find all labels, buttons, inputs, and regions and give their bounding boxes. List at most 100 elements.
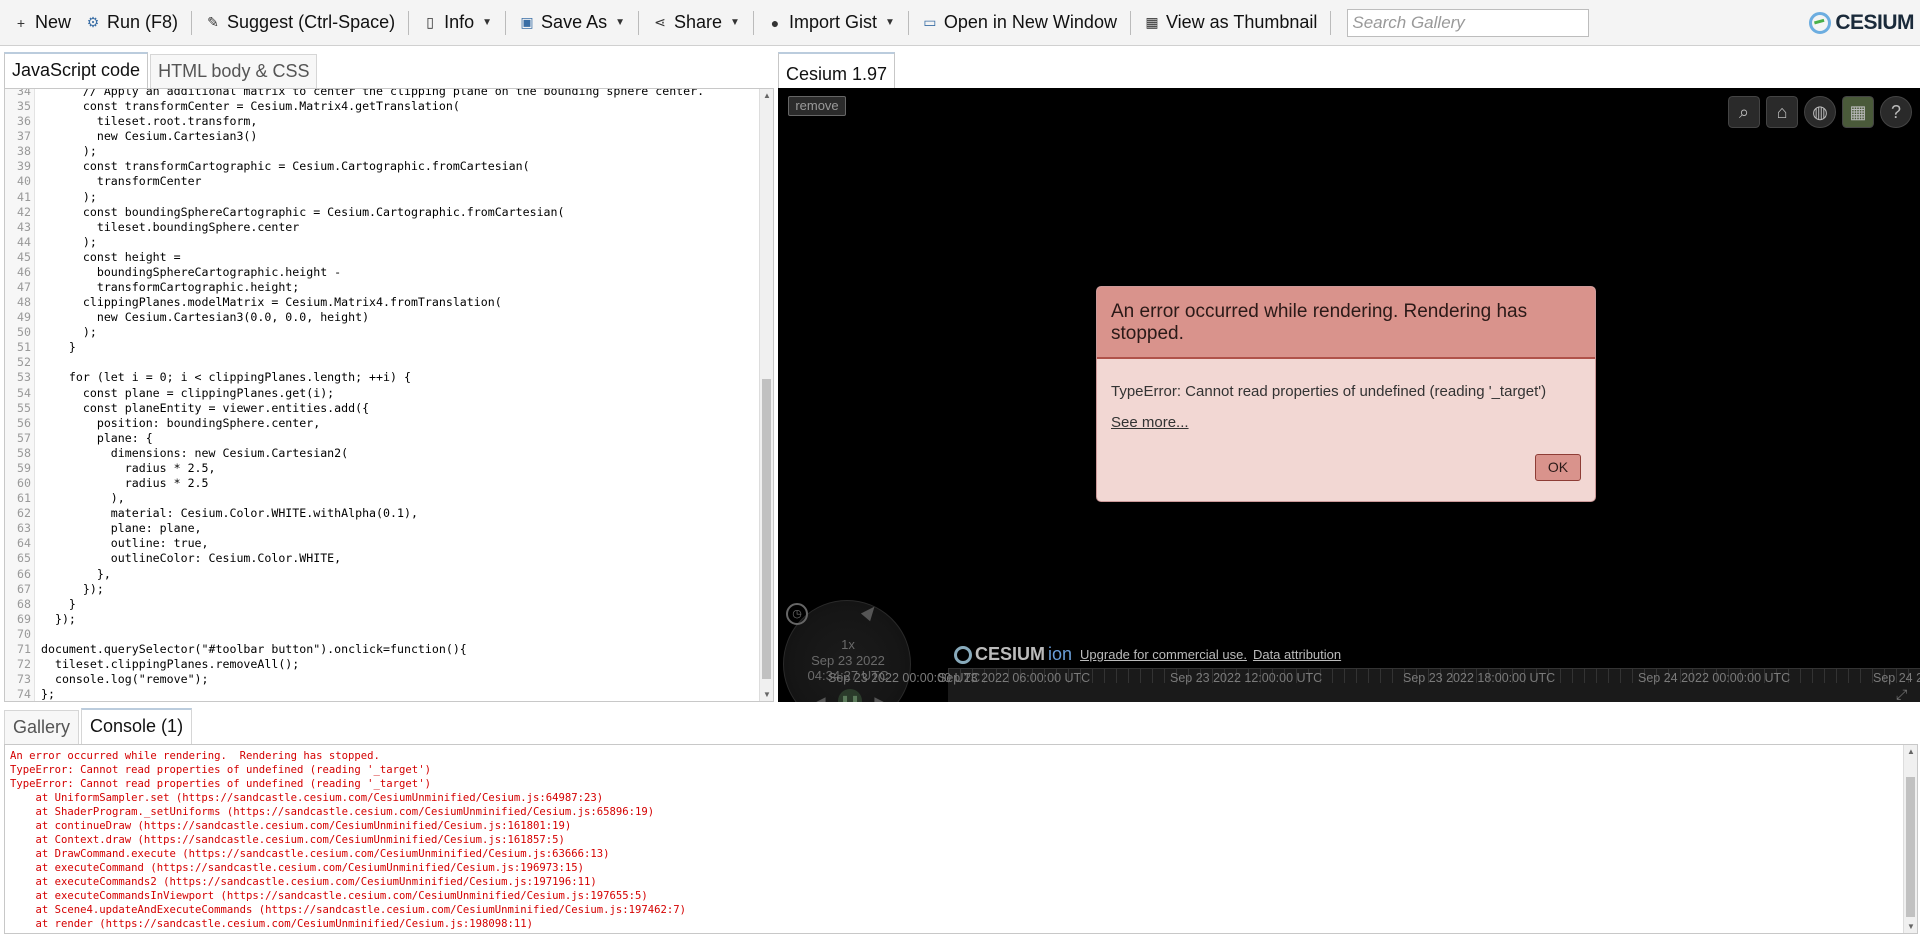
tab-html-body-css[interactable]: HTML body & CSS (150, 54, 318, 88)
line-number: 36 (17, 114, 31, 129)
code-lines: 34 // Apply an additional matrix to cent… (5, 89, 763, 701)
code-text: const boundingSphereCartographic = Cesiu… (41, 204, 565, 219)
console-line: at executeCommand (https://sandcastle.ce… (10, 862, 585, 874)
code-line: 54 const plane = clippingPlanes.get(i); (5, 386, 763, 401)
code-line: 45 const height = (5, 250, 763, 265)
tab-gallery[interactable]: Gallery (4, 710, 80, 744)
shuttle-ring-needle[interactable] (860, 602, 880, 622)
ok-button[interactable]: OK (1535, 454, 1581, 481)
remove-button[interactable]: remove (788, 96, 846, 116)
code-line: 51 } (5, 340, 763, 355)
line-number: 51 (17, 340, 31, 355)
line-number: 72 (17, 656, 31, 671)
line-number: 66 (17, 566, 31, 581)
timeline[interactable]: Sep 23 2022 00:00:00 UTC Sep 23 2022 06:… (828, 668, 1920, 702)
cesium-logo-text: CESIUM (1835, 11, 1914, 34)
scroll-up-icon[interactable]: ▲ (1907, 747, 1915, 756)
console-scrollbar-thumb[interactable] (1906, 777, 1915, 917)
upgrade-link[interactable]: Upgrade for commercial use. (1080, 647, 1247, 662)
fullscreen-icon[interactable]: ⤢ (1896, 686, 1916, 702)
scroll-down-icon[interactable]: ▼ (1907, 922, 1915, 931)
editor-scrollbar[interactable]: ▲ ▼ (759, 89, 773, 701)
open-new-window-button[interactable]: ▭ Open in New Window (915, 7, 1124, 39)
toolbar-separator (408, 10, 410, 35)
line-number: 61 (17, 491, 31, 506)
geocoder-search-icon[interactable]: ⌕ (1728, 96, 1760, 128)
timeline-label: Sep 23 2022 06:00:00 UTC (938, 671, 1091, 685)
tab-cesium[interactable]: Cesium 1.97 (778, 52, 896, 88)
run-button[interactable]: ⚙ Run (F8) (78, 7, 185, 39)
chevron-down-icon: ▼ (482, 17, 493, 28)
help-icon[interactable]: ? (1880, 96, 1912, 128)
info-label: Info (444, 12, 475, 32)
toolbar: + New ⚙ Run (F8) ✎ Suggest (Ctrl-Space) … (0, 0, 1920, 46)
search-gallery-input[interactable] (1347, 8, 1590, 37)
chevron-down-icon: ▼ (615, 17, 625, 28)
scene-mode-globe-icon[interactable]: ◍ (1804, 96, 1836, 128)
import-gist-button[interactable]: ● Import Gist ▼ (760, 7, 902, 39)
code-line: 50 ); (5, 325, 763, 340)
suggest-button[interactable]: ✎ Suggest (Ctrl-Space) (198, 7, 402, 39)
code-text: outlineColor: Cesium.Color.WHITE, (41, 551, 342, 566)
code-line: 62 material: Cesium.Color.WHITE.withAlph… (5, 506, 763, 521)
code-line: 73 console.log("remove"); (5, 672, 763, 687)
see-more-link[interactable]: See more... (1111, 414, 1189, 431)
code-line: 60 radius * 2.5 (5, 476, 763, 491)
editor-scrollbar-thumb[interactable] (762, 379, 771, 679)
tab-javascript-code[interactable]: JavaScript code (4, 52, 149, 88)
line-number: 46 (17, 264, 31, 279)
base-layer-picker-icon[interactable]: ▦ (1842, 96, 1874, 128)
data-attribution-link[interactable]: Data attribution (1253, 647, 1341, 662)
home-icon[interactable]: ⌂ (1766, 96, 1798, 128)
line-number: 65 (17, 551, 31, 566)
tab-console[interactable]: Console (1) (81, 708, 193, 744)
cesium-ion-logo[interactable]: CESIUM ion (954, 644, 1072, 665)
clock-icon[interactable]: ◷ (786, 603, 808, 625)
pause-icon[interactable]: ❚❚ (838, 689, 862, 702)
line-number: 53 (17, 370, 31, 385)
code-text: tileset.clippingPlanes.removeAll(); (41, 656, 300, 671)
line-number: 38 (17, 144, 31, 159)
animation-widget[interactable]: ◷ 1x Sep 23 2022 04:34:27 UTC ◀ ❚❚ ▶ (783, 600, 911, 702)
code-line: 56 position: boundingSphere.center, (5, 416, 763, 431)
code-line: 40 transformCenter (5, 174, 763, 189)
save-as-button[interactable]: ▣ Save As ▼ (512, 7, 632, 39)
play-forward-icon[interactable]: ▶ (870, 692, 888, 702)
code-text: clippingPlanes.modelMatrix = Cesium.Matr… (41, 295, 502, 310)
share-button[interactable]: ⋖ Share ▼ (645, 7, 747, 39)
window-icon: ▭ (923, 14, 937, 30)
line-number: 59 (17, 460, 31, 475)
new-button[interactable]: + New (6, 7, 78, 39)
line-number: 60 (17, 476, 31, 491)
cesium-viewer[interactable]: remove ⌕ ⌂ ◍ ▦ ? An error occurred while… (778, 88, 1920, 702)
code-line: 36 tileset.root.transform, (5, 114, 763, 129)
line-number: 41 (17, 189, 31, 204)
line-number: 40 (17, 174, 31, 189)
line-number: 45 (17, 249, 31, 264)
scroll-down-icon[interactable]: ▼ (763, 690, 771, 699)
line-number: 70 (17, 626, 31, 641)
line-number: 42 (17, 204, 31, 219)
code-text: }); (41, 581, 104, 596)
code-text: document.querySelector("#toolbar button"… (41, 641, 467, 656)
info-button[interactable]: ▯ Info ▼ (415, 7, 499, 39)
code-text: }); (41, 611, 76, 626)
code-line: 37 new Cesium.Cartesian3() (5, 129, 763, 144)
run-label: Run (F8) (107, 12, 179, 32)
cesium-panel: Cesium 1.97 remove ⌕ ⌂ ◍ ▦ ? An error oc… (778, 52, 1920, 702)
code-line: 70 (5, 627, 763, 642)
open-new-window-label: Open in New Window (943, 12, 1117, 32)
scroll-up-icon[interactable]: ▲ (763, 91, 771, 100)
code-line: 55 const planeEntity = viewer.entities.a… (5, 401, 763, 416)
console-line: An error occurred while rendering. Rende… (10, 750, 380, 762)
play-reverse-icon[interactable]: ◀ (812, 692, 830, 702)
view-thumbnail-button[interactable]: ▦ View as Thumbnail (1137, 7, 1324, 39)
line-number: 57 (17, 430, 31, 445)
line-number: 55 (17, 400, 31, 415)
console-scrollbar[interactable]: ▲ ▼ (1903, 745, 1917, 933)
code-line: 35 const transformCenter = Cesium.Matrix… (5, 99, 763, 114)
code-editor[interactable]: 34 // Apply an additional matrix to cent… (4, 88, 774, 702)
animation-speed: 1x (841, 637, 855, 652)
code-line: 64 outline: true, (5, 536, 763, 551)
